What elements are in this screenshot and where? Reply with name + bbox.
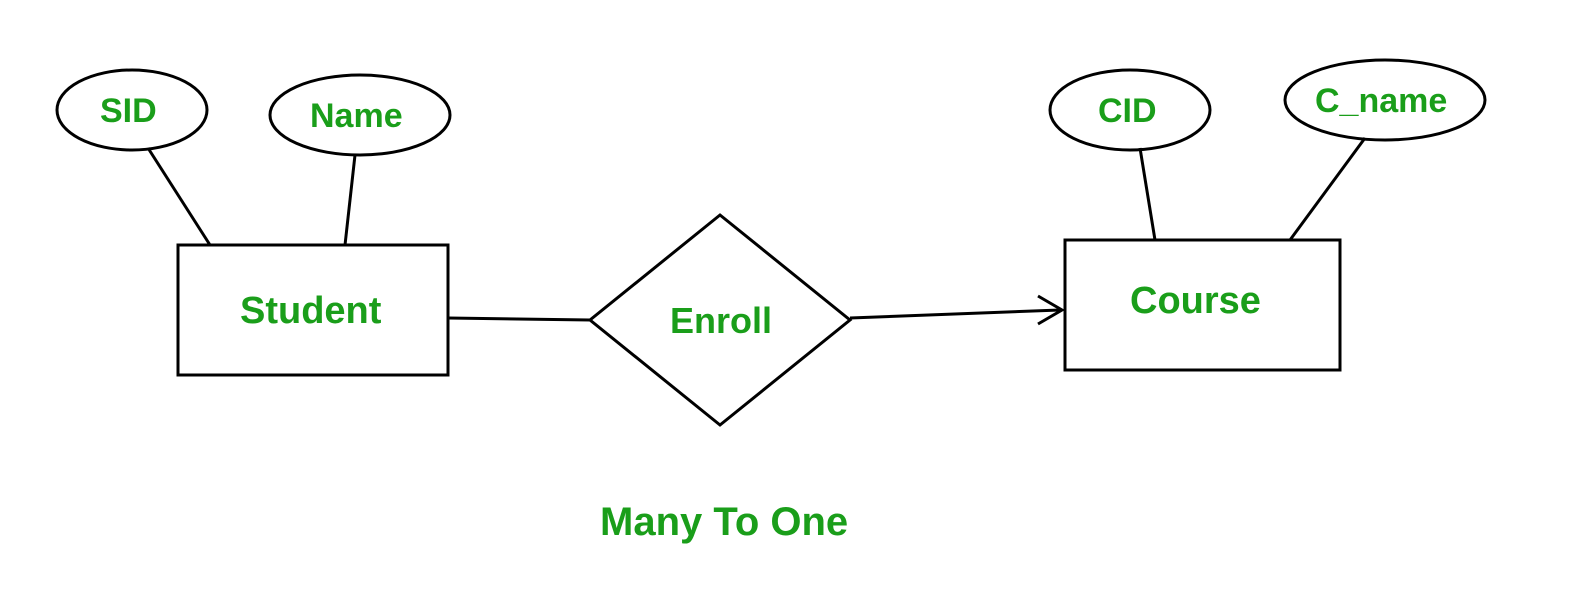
enroll-course-connector <box>850 310 1060 318</box>
sid-label: SID <box>100 92 157 131</box>
cname-connector <box>1290 138 1365 240</box>
enroll-label: Enroll <box>670 300 772 342</box>
student-enroll-connector <box>448 318 590 320</box>
student-label: Student <box>240 290 381 333</box>
name-label: Name <box>310 97 403 136</box>
name-connector <box>345 155 355 245</box>
course-label: Course <box>1130 280 1261 323</box>
cid-label: CID <box>1098 92 1157 131</box>
sid-connector <box>148 148 210 245</box>
cid-connector <box>1140 148 1155 240</box>
cname-label: C_name <box>1315 82 1447 121</box>
caption-label: Many To One <box>600 500 848 545</box>
